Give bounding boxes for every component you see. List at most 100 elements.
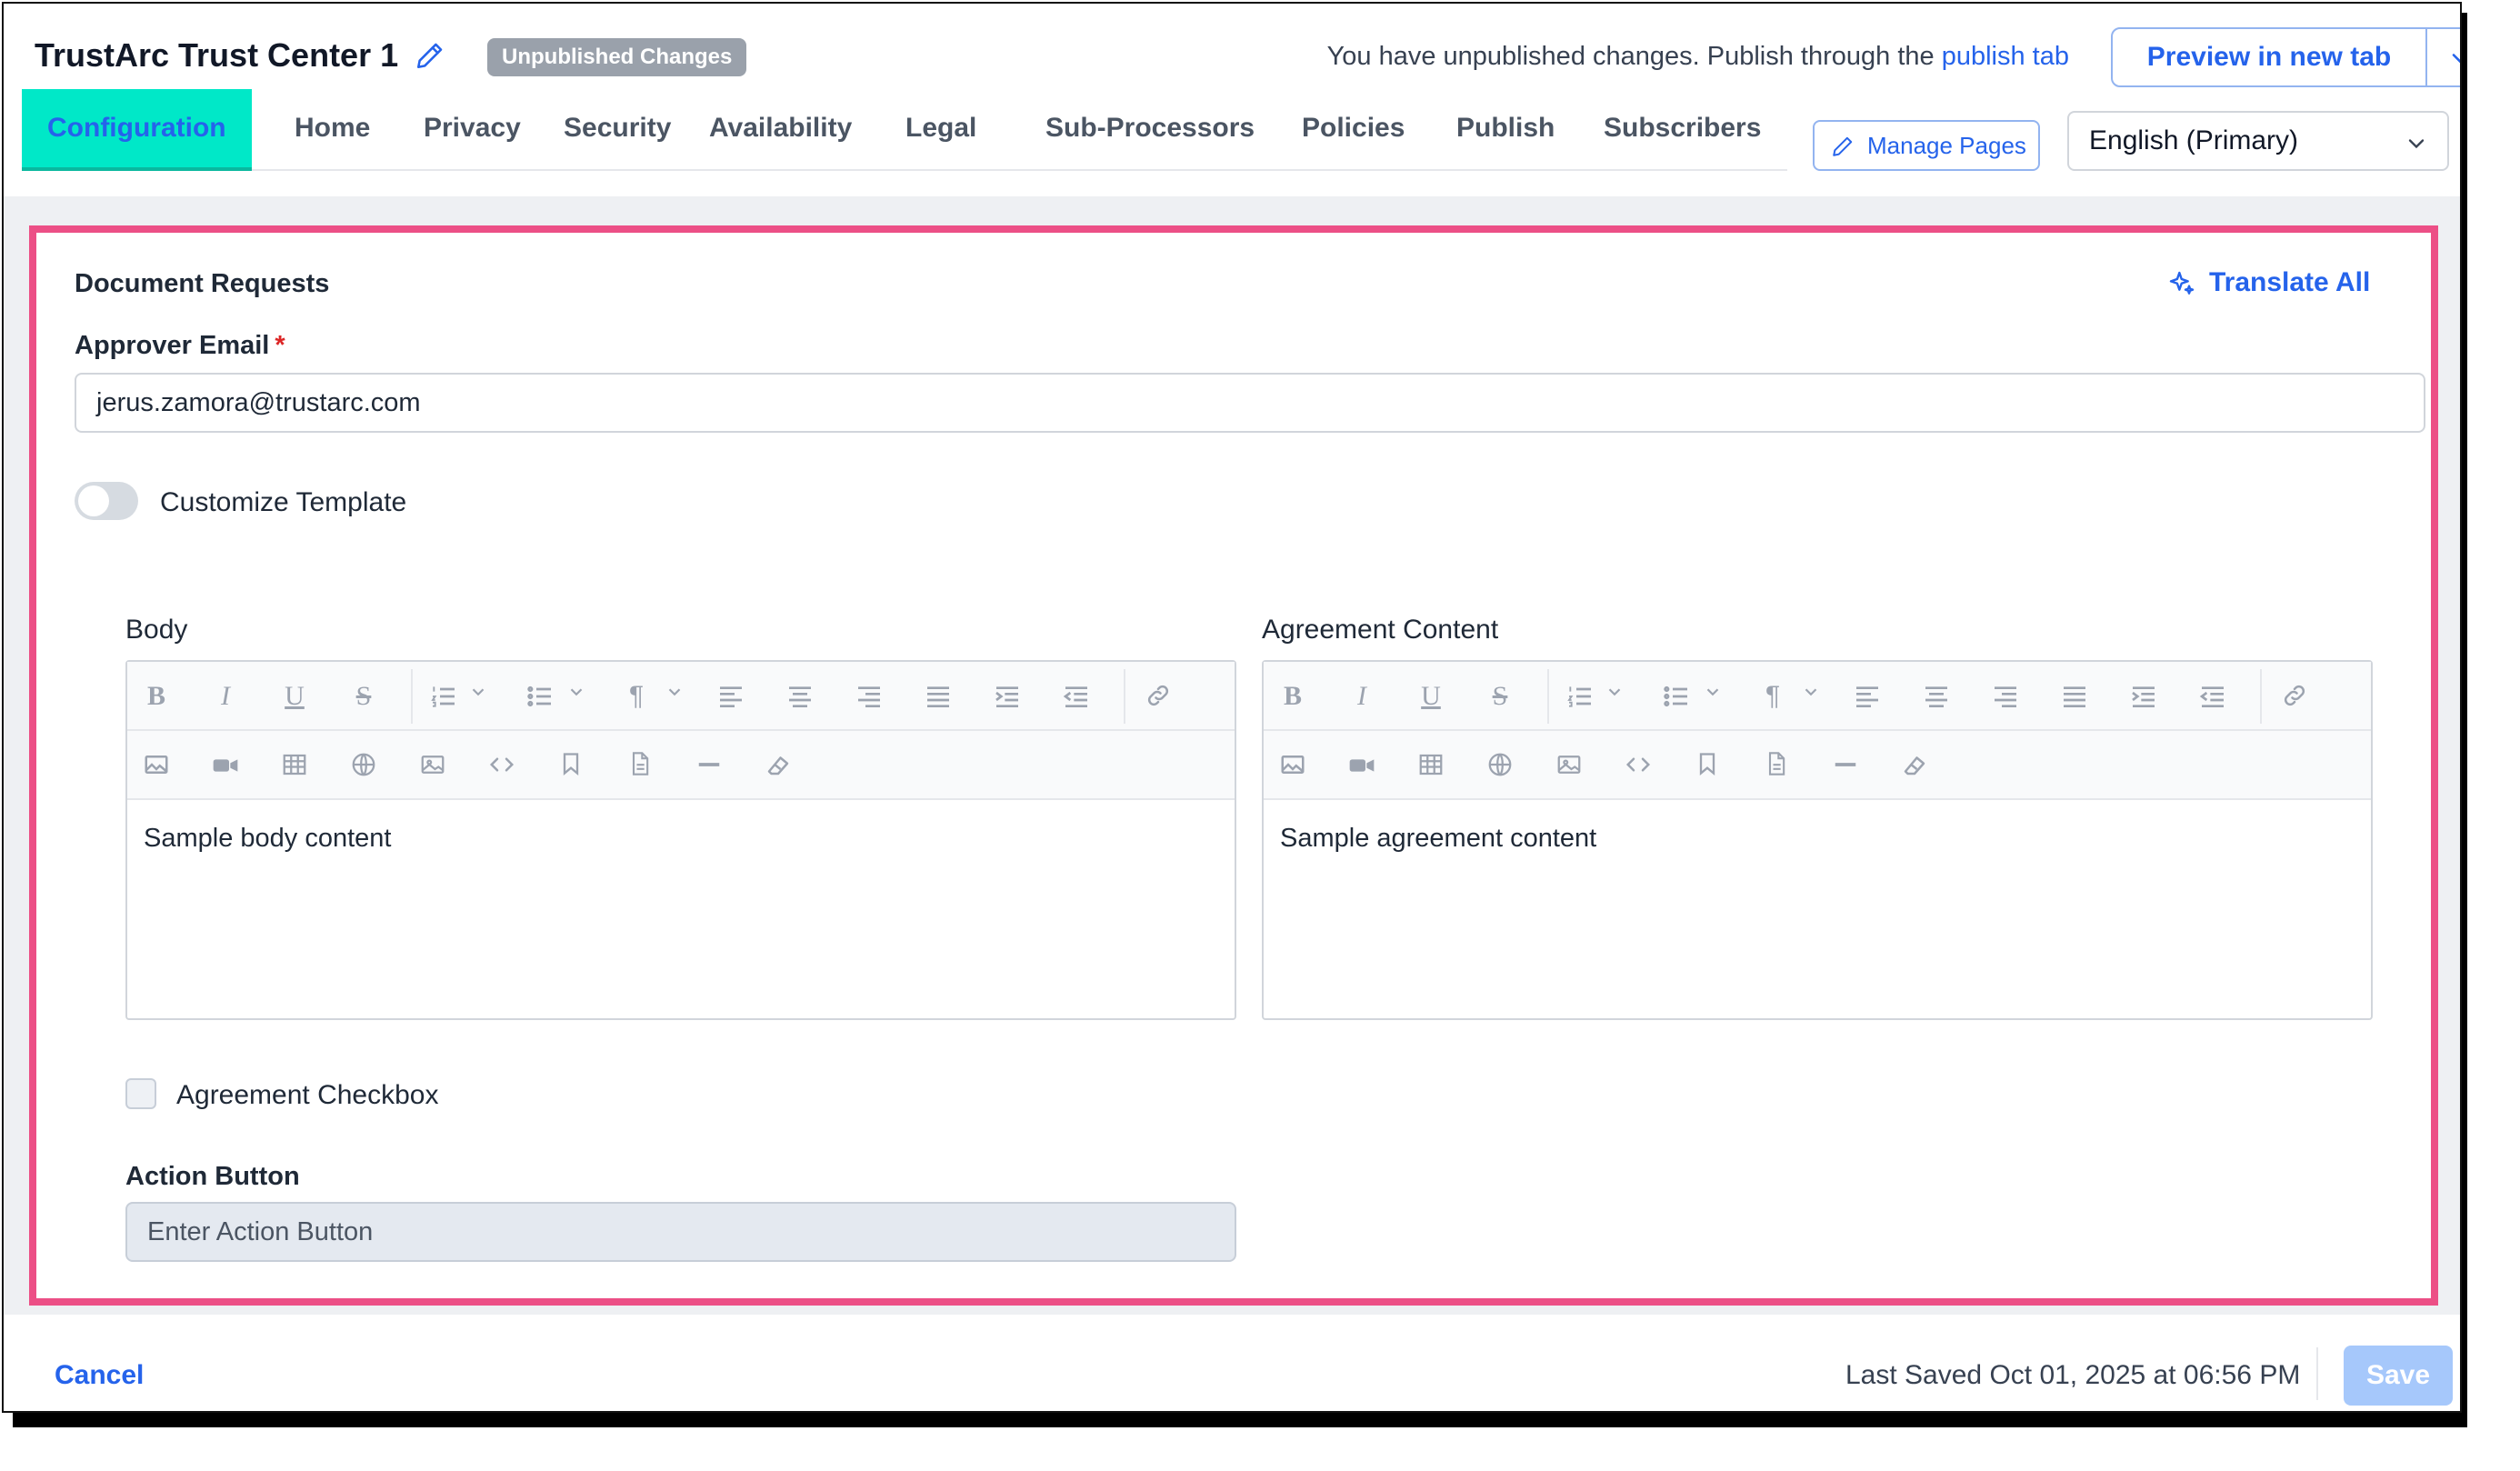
- tab-legal[interactable]: Legal: [905, 89, 976, 171]
- tab-subscribers[interactable]: Subscribers: [1604, 89, 1761, 171]
- bold-icon[interactable]: B: [1275, 678, 1311, 715]
- translate-all-button[interactable]: Translate All: [2169, 267, 2371, 298]
- tab-sub-processors[interactable]: Sub-Processors: [1045, 89, 1255, 171]
- ordered-list-icon[interactable]: [1562, 678, 1598, 715]
- eraser-icon[interactable]: [760, 747, 796, 784]
- action-button-input[interactable]: Enter Action Button: [125, 1202, 1236, 1262]
- page-title: TrustArc Trust Center 1: [35, 36, 399, 74]
- video-icon[interactable]: [207, 747, 244, 784]
- code-icon[interactable]: [1620, 747, 1656, 784]
- body-editor-content[interactable]: Sample body content: [144, 824, 391, 854]
- tab-configuration[interactable]: Configuration: [22, 89, 252, 171]
- preview-new-tab-button[interactable]: Preview in new tab: [2111, 27, 2427, 87]
- editor-toolbar-row: [127, 731, 1235, 800]
- tab-home[interactable]: Home: [295, 89, 370, 171]
- app-window: TrustArc Trust Center 1 Unpublished Chan…: [2, 2, 2462, 1413]
- code-icon[interactable]: [484, 747, 520, 784]
- media-icon[interactable]: [415, 747, 451, 784]
- document-icon[interactable]: [622, 747, 658, 784]
- document-icon[interactable]: [1758, 747, 1795, 784]
- chevron-down-icon: [2452, 54, 2460, 64]
- indent-icon[interactable]: [2125, 678, 2162, 715]
- toolbar-separator: [411, 669, 413, 724]
- chevron-down-icon[interactable]: [460, 678, 496, 715]
- tab-policies[interactable]: Policies: [1302, 89, 1405, 171]
- horizontal-rule-icon[interactable]: [1827, 747, 1864, 784]
- notice-text: You have unpublished changes. Publish th…: [1326, 42, 1942, 71]
- outdent-icon[interactable]: [1058, 678, 1095, 715]
- tab-security[interactable]: Security: [564, 89, 671, 171]
- image-icon[interactable]: [138, 747, 175, 784]
- paragraph-icon[interactable]: ¶: [618, 678, 655, 715]
- status-badge: Unpublished Changes: [487, 38, 747, 76]
- agreement-checkbox[interactable]: [125, 1078, 156, 1109]
- align-left-icon[interactable]: [713, 678, 749, 715]
- align-right-icon[interactable]: [1987, 678, 2024, 715]
- table-icon[interactable]: [1413, 747, 1449, 784]
- globe-icon[interactable]: [1482, 747, 1518, 784]
- chevron-down-icon[interactable]: [558, 678, 595, 715]
- bookmark-icon[interactable]: [1689, 747, 1725, 784]
- outdent-icon[interactable]: [2195, 678, 2231, 715]
- unordered-list-icon[interactable]: [1658, 678, 1695, 715]
- cancel-button[interactable]: Cancel: [55, 1360, 144, 1391]
- toggle-knob: [78, 485, 109, 516]
- underline-icon[interactable]: U: [276, 678, 313, 715]
- underline-icon[interactable]: U: [1413, 678, 1449, 715]
- language-select[interactable]: English (Primary): [2067, 111, 2449, 171]
- align-left-icon[interactable]: [1849, 678, 1885, 715]
- tab-availability[interactable]: Availability: [709, 89, 852, 171]
- align-right-icon[interactable]: [851, 678, 887, 715]
- manage-pages-label: Manage Pages: [1867, 132, 2026, 159]
- video-icon[interactable]: [1344, 747, 1380, 784]
- align-center-icon[interactable]: [1918, 678, 1955, 715]
- bold-icon[interactable]: B: [138, 678, 175, 715]
- customize-template-toggle[interactable]: [75, 482, 138, 520]
- bookmark-icon[interactable]: [553, 747, 589, 784]
- unpublished-notice: You have unpublished changes. Publish th…: [1327, 42, 2069, 72]
- sparkle-icon: [2169, 271, 2195, 295]
- action-button-label: Action Button: [125, 1162, 300, 1191]
- language-value: English (Primary): [2089, 125, 2299, 155]
- manage-pages-button[interactable]: Manage Pages: [1813, 120, 2040, 171]
- editor-toolbar-row: B I U S ¶: [127, 662, 1235, 731]
- strikethrough-icon[interactable]: S: [345, 678, 382, 715]
- image-icon[interactable]: [1275, 747, 1311, 784]
- strikethrough-icon[interactable]: S: [1482, 678, 1518, 715]
- pencil-icon[interactable]: [415, 40, 445, 71]
- translate-all-label: Translate All: [2209, 267, 2371, 297]
- agreement-editor: B I U S ¶ Sample agreement content: [1262, 660, 2373, 1020]
- agreement-editor-content[interactable]: Sample agreement content: [1280, 824, 1596, 854]
- align-justify-icon[interactable]: [2056, 678, 2093, 715]
- preview-options-button[interactable]: [2425, 27, 2460, 87]
- horizontal-rule-icon[interactable]: [691, 747, 727, 784]
- unordered-list-icon[interactable]: [522, 678, 558, 715]
- publish-tab-link[interactable]: publish tab: [1942, 42, 2069, 71]
- media-icon[interactable]: [1551, 747, 1587, 784]
- editor-toolbar-row: [1264, 731, 2371, 800]
- align-center-icon[interactable]: [782, 678, 818, 715]
- chevron-down-icon[interactable]: [1596, 678, 1633, 715]
- customize-template-label: Customize Template: [160, 487, 407, 517]
- ordered-list-icon[interactable]: [425, 678, 462, 715]
- tab-publish[interactable]: Publish: [1456, 89, 1555, 171]
- table-icon[interactable]: [276, 747, 313, 784]
- eraser-icon[interactable]: [1896, 747, 1933, 784]
- link-icon[interactable]: [1140, 678, 1176, 715]
- chevron-down-icon[interactable]: [1695, 678, 1731, 715]
- paragraph-icon[interactable]: ¶: [1755, 678, 1791, 715]
- align-justify-icon[interactable]: [920, 678, 956, 715]
- document-requests-panel: Document Requests Translate All Approver…: [29, 225, 2438, 1306]
- agreement-checkbox-label: Agreement Checkbox: [176, 1080, 439, 1110]
- approver-email-input[interactable]: jerus.zamora@trustarc.com: [75, 373, 2425, 433]
- chevron-down-icon[interactable]: [656, 678, 693, 715]
- tab-privacy[interactable]: Privacy: [424, 89, 521, 171]
- italic-icon[interactable]: I: [1344, 678, 1380, 715]
- chevron-down-icon[interactable]: [1793, 678, 1829, 715]
- italic-icon[interactable]: I: [207, 678, 244, 715]
- indent-icon[interactable]: [989, 678, 1025, 715]
- section-title: Document Requests: [75, 269, 330, 298]
- save-button[interactable]: Save: [2344, 1346, 2453, 1406]
- globe-icon[interactable]: [345, 747, 382, 784]
- link-icon[interactable]: [2276, 678, 2313, 715]
